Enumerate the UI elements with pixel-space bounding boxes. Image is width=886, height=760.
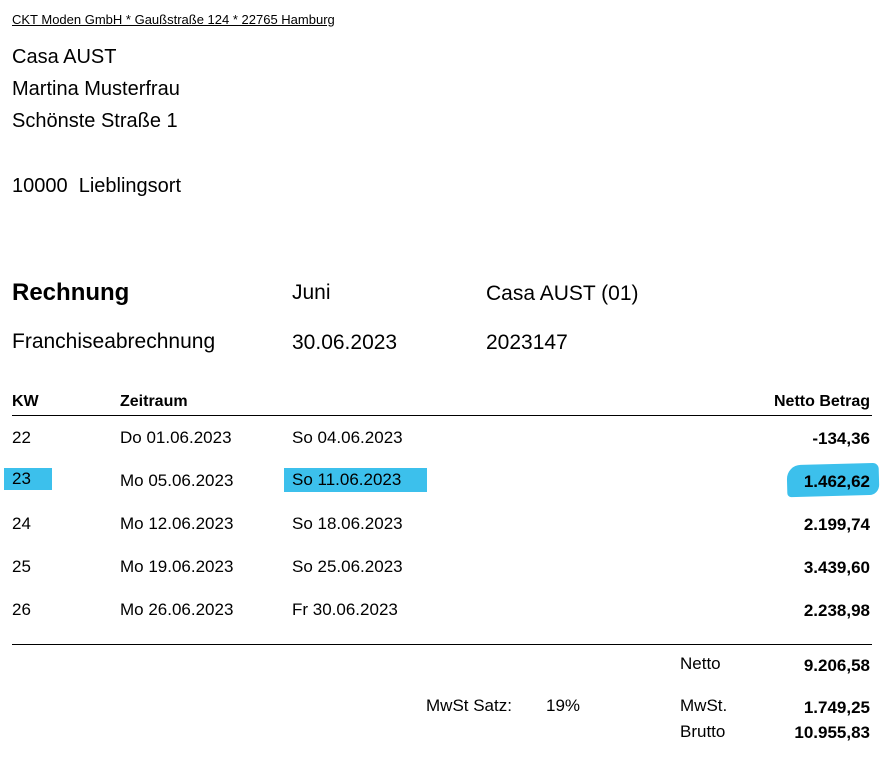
totals-rule [12,644,872,645]
recipient-name: Martina Musterfrau [12,78,180,100]
column-header-kw: KW [12,393,39,410]
row-period-from: Do 01.06.2023 [120,428,232,447]
row-period-from: Mo 19.06.2023 [120,557,234,576]
row-period-to: So 18.06.2023 [292,514,403,533]
invoice-customer: Casa AUST (01) [486,282,639,305]
row-kw: 25 [12,557,31,576]
row-period-to: So 04.06.2023 [292,428,403,447]
row-period-to: So 11.06.2023 [284,468,427,492]
sender-address-line: CKT Moden GmbH * Gaußstraße 124 * 22765 … [12,12,335,27]
row-period-from: Mo 12.06.2023 [120,514,234,533]
vat-value: 1.749,25 [803,698,870,717]
table-header-rule [12,415,872,416]
vat-rate-label: MwSt Satz: [426,696,512,715]
invoice-title: Rechnung [12,279,130,306]
row-amount: 1.462,62 [803,472,870,491]
row-period-to: So 25.06.2023 [292,557,403,576]
invoice-date: 30.06.2023 [292,331,398,354]
invoice-number: 2023147 [486,331,568,354]
row-kw: 26 [12,600,31,619]
row-period-to: Fr 30.06.2023 [292,600,398,619]
row-period-from: Mo 26.06.2023 [120,600,234,619]
row-kw: 23 [4,468,52,490]
row-kw: 22 [12,428,31,447]
row-amount: 2.238,98 [803,601,870,620]
invoice-month: Juni [292,281,331,304]
row-amount: -134,36 [812,429,870,448]
row-kw: 24 [12,514,31,533]
row-amount: 3.439,60 [803,558,870,577]
vat-rate-value: 19% [546,696,581,715]
column-header-period: Zeitraum [120,393,188,410]
recipient-city: 10000 Lieblingsort [12,175,182,197]
invoice-subtitle: Franchiseabrechnung [12,330,216,353]
netto-value: 9.206,58 [803,656,870,675]
recipient-company: Casa AUST [12,46,117,68]
row-period-from: Mo 05.06.2023 [120,471,234,490]
row-amount: 2.199,74 [803,515,870,534]
brutto-value: 10.955,83 [794,723,870,742]
recipient-street: Schönste Straße 1 [12,110,178,132]
column-header-amount: Netto Betrag [773,393,870,410]
